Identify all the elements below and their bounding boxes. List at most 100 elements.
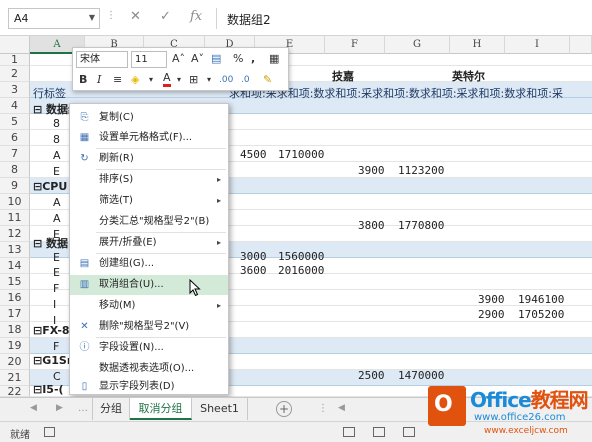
row-header[interactable]: 17 (0, 306, 30, 322)
menu-item-2[interactable]: ▦ 设置单元格格式(F)... (70, 128, 228, 148)
font-name-box[interactable]: 宋体 (76, 51, 128, 68)
cell-a22[interactable]: C (53, 370, 61, 383)
cell-a10[interactable]: A (53, 196, 61, 209)
cell-g12[interactable]: 1770800 (398, 219, 444, 232)
row-header[interactable]: 12 (0, 226, 30, 242)
macro-record-icon[interactable] (44, 427, 55, 437)
borders-dropdown-icon[interactable]: ▾ (207, 72, 211, 88)
shrink-font-icon[interactable]: A˅ (191, 51, 204, 67)
number-format-icon[interactable]: ▤ (211, 51, 221, 67)
fill-color-icon[interactable]: ◈ (131, 72, 139, 88)
cell-h18[interactable]: 2900 (478, 308, 505, 321)
column-header-i[interactable]: I (505, 36, 570, 54)
formula-input[interactable]: 数据组2 (216, 8, 586, 29)
sheet-tab-group[interactable]: 分组 (92, 398, 130, 420)
cell-a8[interactable]: E (53, 165, 60, 178)
cell-a6[interactable]: 8 (53, 133, 60, 146)
cell-a20[interactable]: F (53, 340, 59, 353)
row-header[interactable]: 11 (0, 210, 30, 226)
row-header[interactable]: 8 (0, 162, 30, 178)
cell-brand-intel[interactable]: 英特尔 (452, 68, 485, 84)
column-header-g[interactable]: G (385, 36, 450, 54)
group-toggle-row23[interactable]: ⊟I5-( (33, 383, 64, 396)
row-header[interactable]: 4 (0, 98, 30, 114)
cell-i18[interactable]: 1705200 (518, 308, 564, 321)
row-header[interactable]: 20 (0, 354, 30, 370)
menu-item-8[interactable]: ▤ 创建组(G)... (70, 254, 228, 274)
menu-item-5[interactable]: 筛选(T) ▸ (70, 191, 228, 211)
row-header[interactable]: 9 (0, 178, 30, 194)
group-toggle-row13[interactable]: ⊟ 数据 (33, 235, 68, 251)
bold-icon[interactable]: B (79, 72, 87, 88)
menu-item-13[interactable]: 数据透视表选项(O)... (70, 359, 228, 379)
fill-color-dropdown-icon[interactable]: ▾ (149, 72, 153, 88)
group-toggle-row9[interactable]: ⊟CPU (33, 180, 67, 193)
italic-icon[interactable]: I (97, 72, 101, 88)
cell-i17[interactable]: 1946100 (518, 293, 564, 306)
menu-item-11[interactable]: ✕ 删除"规格型号2"(V) (70, 317, 228, 337)
row-header[interactable]: 22 (0, 386, 30, 397)
format-table-icon[interactable]: ▦ (269, 51, 279, 67)
comma-icon[interactable]: , (251, 51, 255, 67)
menu-item-9[interactable]: ▥ 取消组合(U)... (70, 275, 228, 295)
cell-e14[interactable]: 1560000 (278, 250, 324, 263)
page-layout-view-icon[interactable] (373, 427, 385, 437)
row-header[interactable]: 1 (0, 54, 30, 66)
menu-item-14[interactable]: ▯ 显示字段列表(D) (70, 377, 228, 397)
sheet-tab-ungroup[interactable]: 取消分组 (130, 398, 192, 420)
column-header-j[interactable] (570, 36, 592, 54)
cell-g8[interactable]: 1123200 (398, 164, 444, 177)
name-box[interactable]: A4 ▼ (8, 8, 100, 29)
menu-item-10[interactable]: 移动(M) ▸ (70, 296, 228, 316)
column-header-h[interactable]: H (450, 36, 505, 54)
cell-d14[interactable]: 3000 (240, 250, 267, 263)
cell-a7[interactable]: A (53, 149, 61, 162)
font-color-dropdown-icon[interactable]: ▾ (177, 72, 181, 88)
align-center-icon[interactable]: ≡ (113, 72, 122, 88)
increase-decimal-icon[interactable]: .0 (241, 72, 250, 88)
cell-brand-jiga[interactable]: 技嘉 (332, 68, 354, 84)
page-break-view-icon[interactable] (403, 427, 415, 437)
cell-d7[interactable]: 4500 (240, 148, 267, 161)
menu-item-12[interactable]: ⓘ 字段设置(N)... (70, 338, 228, 358)
cell-a14[interactable]: E (53, 251, 60, 264)
enter-icon[interactable]: ✓ (160, 9, 171, 24)
row-header[interactable]: 14 (0, 258, 30, 274)
cell-a17[interactable]: I (53, 298, 56, 311)
scroll-tabs-right-icon[interactable]: ▶ (56, 403, 63, 413)
scroll-tabs-left-icon[interactable]: ◀ (30, 403, 37, 413)
row-header[interactable]: 16 (0, 290, 30, 306)
row-header[interactable]: 19 (0, 338, 30, 354)
grow-font-icon[interactable]: A˄ (172, 51, 185, 67)
cell-a15[interactable]: E (53, 266, 60, 279)
normal-view-icon[interactable] (343, 427, 355, 437)
tabs-more-icon[interactable]: … (78, 403, 88, 414)
decrease-decimal-icon[interactable]: .00 (219, 72, 233, 88)
cell-d15[interactable]: 3600 (240, 264, 267, 277)
tabs-more-right-icon[interactable]: ⋮ (318, 403, 328, 414)
row-header[interactable]: 6 (0, 130, 30, 146)
row-header[interactable]: 5 (0, 114, 30, 130)
cell-f12[interactable]: 3800 (358, 219, 385, 232)
cell-e7[interactable]: 1710000 (278, 148, 324, 161)
chevron-down-icon[interactable]: ▼ (89, 13, 95, 22)
menu-item-4[interactable]: 排序(S) ▸ (70, 170, 228, 190)
font-color-icon[interactable]: A (163, 72, 171, 87)
row-header[interactable]: 7 (0, 146, 30, 162)
cell-g22[interactable]: 1470000 (398, 369, 444, 382)
add-sheet-button[interactable]: + (276, 401, 292, 417)
cell-a5[interactable]: 8 (53, 117, 60, 130)
percent-icon[interactable]: % (233, 51, 243, 67)
row-header[interactable]: 21 (0, 370, 30, 386)
borders-icon[interactable]: ⊞ (189, 72, 198, 88)
cell-row-labels[interactable]: 行标签 (33, 85, 66, 101)
cancel-icon[interactable]: ✕ (130, 9, 141, 24)
insert-function-icon[interactable]: fx (190, 9, 202, 24)
row-header[interactable]: 3 (0, 82, 30, 98)
menu-item-3[interactable]: ↻ 刷新(R) (70, 149, 228, 169)
menu-item-7[interactable]: 展开/折叠(E) ▸ (70, 233, 228, 253)
group-toggle-row19[interactable]: ⊟FX-8 (33, 324, 70, 337)
row-header[interactable]: 15 (0, 274, 30, 290)
row-header[interactable]: 13 (0, 242, 30, 258)
cell-a16[interactable]: F (53, 282, 59, 295)
